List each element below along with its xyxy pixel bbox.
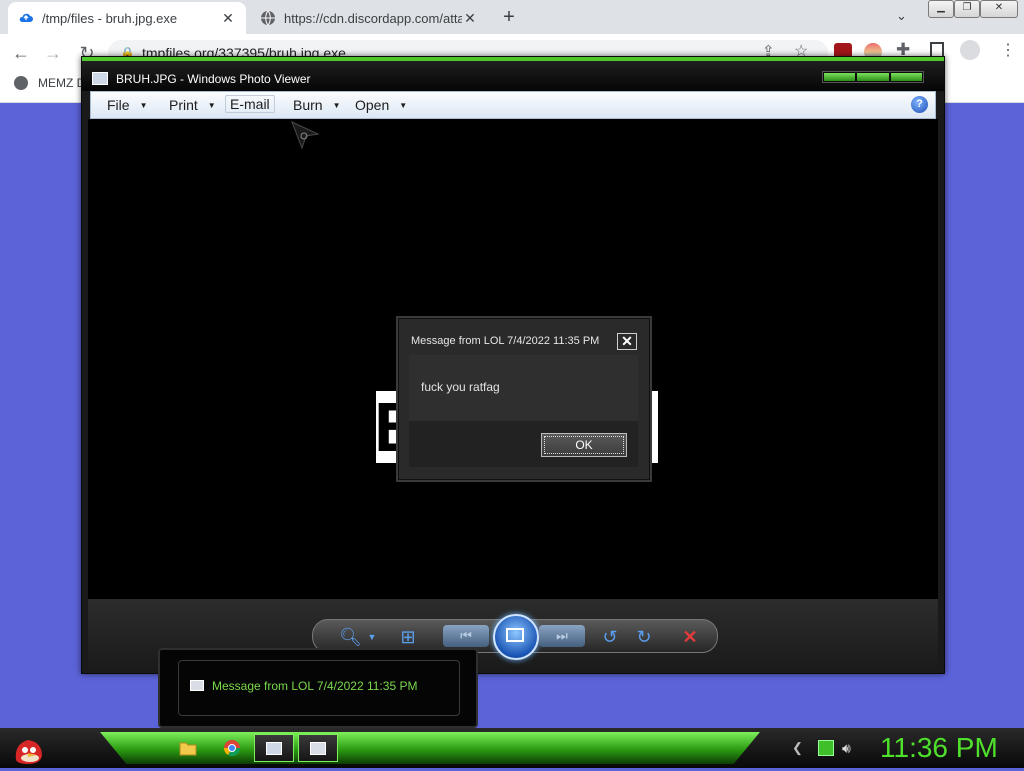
file-explorer-icon[interactable]: [168, 734, 208, 762]
cloud-upload-icon: [18, 10, 34, 26]
dropdown-arrow-icon: ▼: [139, 100, 148, 110]
dialog-message: fuck you ratfag: [421, 380, 500, 394]
ok-button[interactable]: OK: [541, 433, 627, 457]
menu-print[interactable]: Print ▼: [169, 97, 216, 113]
profile-avatar-icon[interactable]: [960, 40, 980, 60]
menu-label: File: [107, 97, 130, 113]
photo-viewer-taskbar-button[interactable]: [254, 734, 294, 762]
menu-open[interactable]: Open ▼: [355, 97, 407, 113]
dialog-body: fuck you ratfag: [409, 355, 638, 421]
zoom-icon[interactable]: 🔍︎: [339, 626, 362, 648]
menu-label: Burn: [293, 97, 323, 113]
bookmark-label: MEMZ D: [38, 76, 86, 90]
menu-email[interactable]: E-mail: [225, 95, 275, 113]
menu-label: E-mail: [225, 95, 275, 113]
new-tab-button[interactable]: +: [498, 6, 520, 28]
globe-icon: [14, 76, 28, 90]
tab-strip: /tmp/files - bruh.jpg.exe ✕ https://cdn.…: [0, 0, 1024, 34]
photo-viewer-app-icon: [92, 72, 108, 85]
tab-label: /tmp/files - bruh.jpg.exe: [42, 10, 178, 26]
forward-arrow-icon[interactable]: →: [42, 42, 64, 64]
dialog-title: Message from LOL 7/4/2022 11:35 PM: [411, 335, 600, 347]
tab-close-icon[interactable]: ✕: [462, 10, 478, 27]
menu-file[interactable]: File ▼: [107, 97, 147, 113]
bookmark-memz[interactable]: MEMZ D: [14, 76, 85, 90]
viewer-title: BRUH.JPG - Windows Photo Viewer: [116, 72, 311, 86]
viewer-window-controls: [822, 71, 924, 83]
dropdown-arrow-icon: ▼: [207, 100, 216, 110]
tab-discord-cdn[interactable]: https://cdn.discordapp.com/attac ✕: [250, 2, 488, 34]
rotate-counterclockwise-icon[interactable]: ↺: [599, 626, 621, 648]
popup-label: Message from LOL 7/4/2022 11:35 PM: [212, 679, 418, 693]
chrome-icon[interactable]: [212, 734, 252, 762]
restore-button[interactable]: ❐: [954, 0, 980, 18]
help-icon[interactable]: ?: [911, 96, 928, 113]
dialog-titlebar[interactable]: Message from LOL 7/4/2022 11:35 PM ✕: [399, 319, 649, 351]
tab-tmpfiles[interactable]: /tmp/files - bruh.jpg.exe ✕: [8, 2, 246, 34]
slideshow-button[interactable]: [493, 614, 539, 660]
tray-chevron-icon[interactable]: ❮: [792, 740, 808, 756]
viewer-titlebar[interactable]: BRUH.JPG - Windows Photo Viewer: [82, 57, 944, 91]
menu-label: Open: [355, 97, 390, 113]
window-icon: [310, 741, 326, 755]
tab-label: https://cdn.discordapp.com/attac: [284, 10, 462, 26]
actual-size-icon[interactable]: ⊞: [397, 626, 419, 648]
photo-viewer-app-icon: [266, 741, 282, 755]
next-button[interactable]: ⏭: [539, 625, 585, 647]
taskbar-clock[interactable]: 11:36 PM: [880, 732, 998, 764]
network-icon[interactable]: [818, 740, 834, 756]
mouse-cursor-icon: [290, 120, 322, 152]
menu-burn[interactable]: Burn ▼: [293, 97, 341, 113]
menu-label: Print: [169, 97, 198, 113]
tab-search-chevron-icon[interactable]: ⌄: [896, 8, 907, 24]
zoom-dropdown-icon[interactable]: ▼: [361, 626, 383, 648]
taskbar-thumbnail-popup[interactable]: Message from LOL 7/4/2022 11:35 PM: [158, 648, 478, 728]
volume-icon[interactable]: 🔊︎: [842, 740, 858, 756]
delete-icon[interactable]: ✕: [679, 626, 701, 648]
close-button[interactable]: [890, 73, 922, 81]
minimize-button[interactable]: [824, 73, 856, 81]
maximize-button[interactable]: [857, 73, 889, 81]
taskbar: ❮ 🔊︎ 11:36 PM: [0, 728, 1024, 768]
minimize-button[interactable]: ▁: [928, 0, 954, 18]
close-window-button[interactable]: ✕: [980, 0, 1018, 18]
window-icon: [190, 680, 204, 691]
tab-close-icon[interactable]: ✕: [220, 10, 236, 27]
dialog-footer: OK: [409, 421, 638, 467]
dropdown-arrow-icon: ▼: [332, 100, 341, 110]
menu-kebab-icon[interactable]: ⋮: [1000, 40, 1016, 60]
slideshow-icon: [506, 628, 524, 642]
dropdown-arrow-icon: ▼: [399, 100, 408, 110]
message-taskbar-button[interactable]: [298, 734, 338, 762]
previous-button[interactable]: ⏮: [443, 625, 489, 647]
rotate-clockwise-icon[interactable]: ↻: [633, 626, 655, 648]
dialog-close-button[interactable]: ✕: [617, 333, 637, 350]
globe-icon: [260, 10, 276, 26]
start-button-angry-bird-icon[interactable]: [10, 730, 46, 766]
back-arrow-icon[interactable]: ←: [10, 42, 32, 64]
viewer-menubar: File ▼ Print ▼ E-mail Burn ▼ Open ▼ ?: [90, 91, 936, 119]
message-dialog: Message from LOL 7/4/2022 11:35 PM ✕ fuc…: [398, 318, 650, 480]
